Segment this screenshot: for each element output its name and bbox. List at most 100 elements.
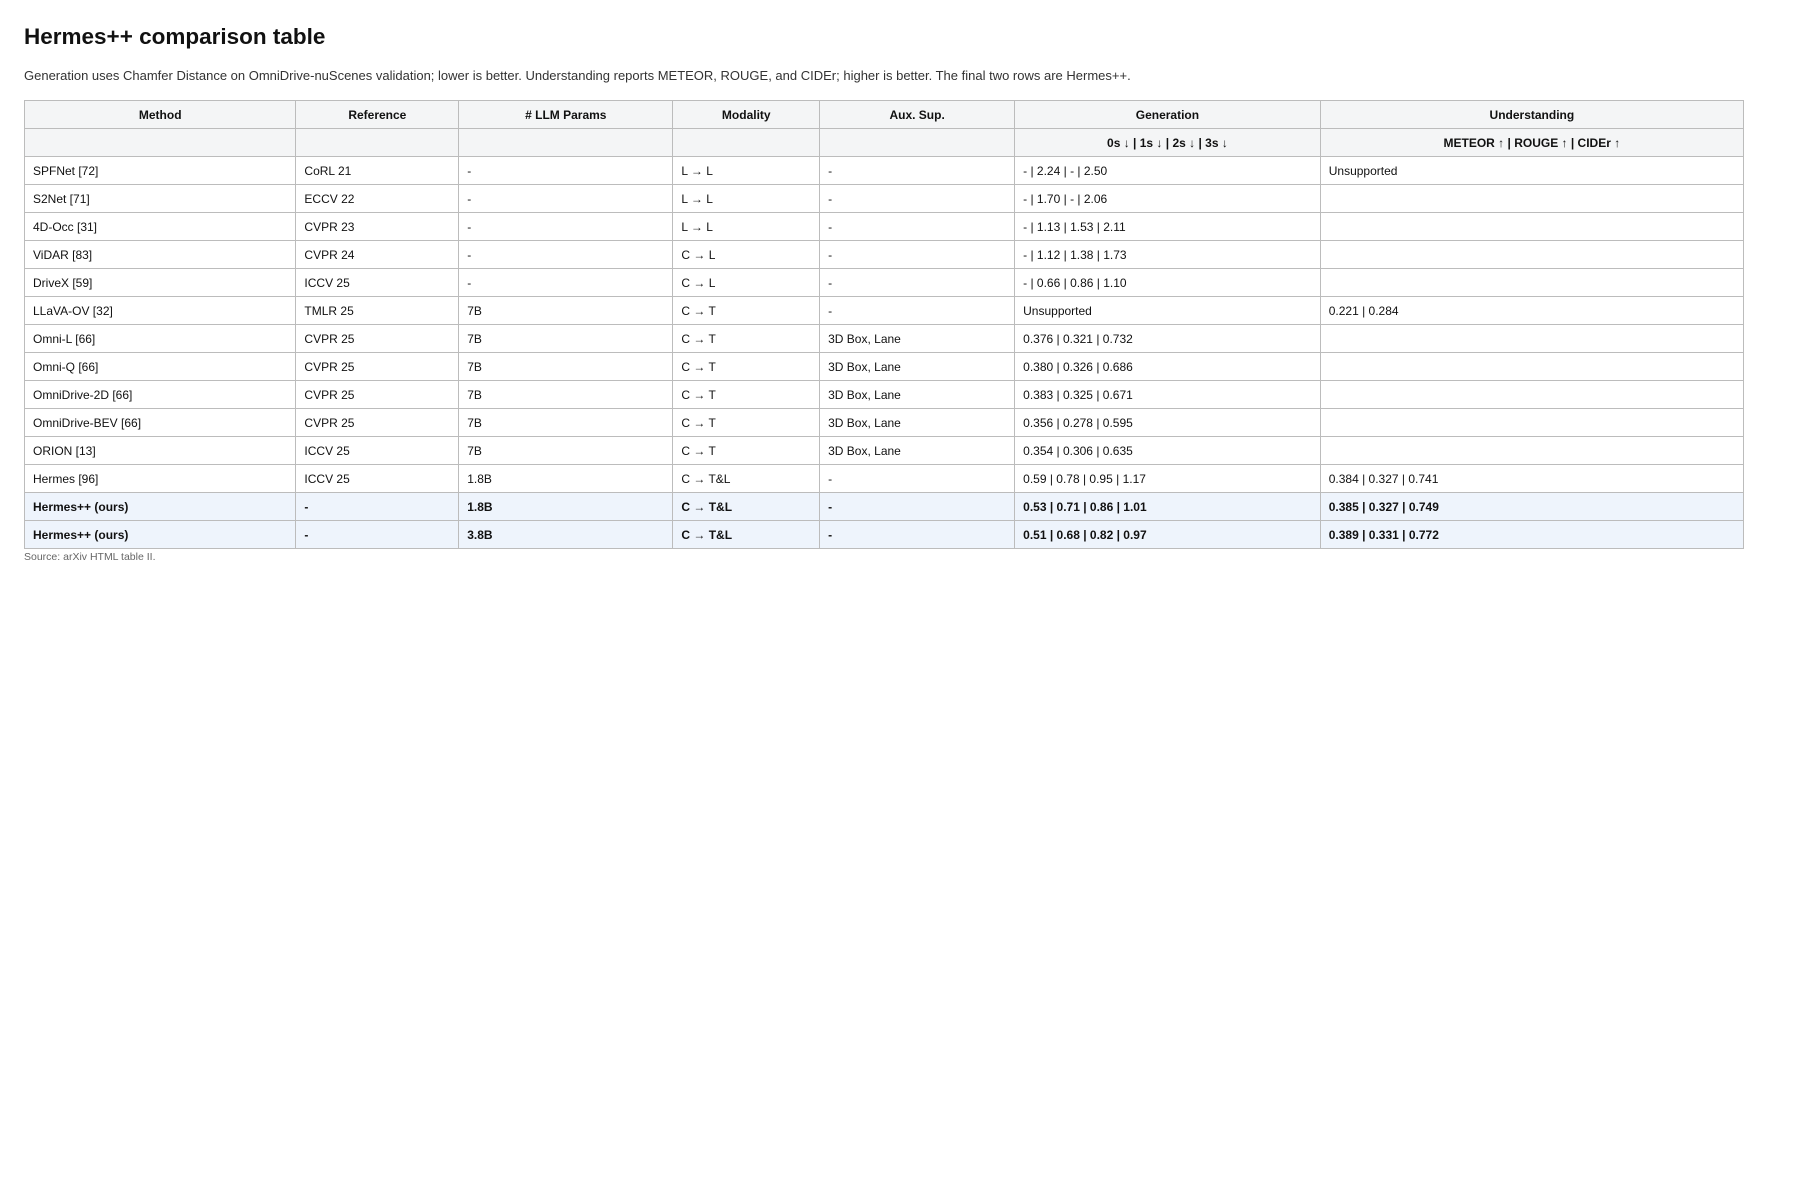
cell-aux-sup: - [819, 268, 1016, 297]
cell-generation: 0.383 | 0.325 | 0.671 [1014, 380, 1321, 409]
cell-modality: C → T [672, 408, 821, 437]
cell-method: ORION [13] [23, 436, 297, 465]
cell-aux-sup: 3D Box, Lane [819, 352, 1016, 381]
cell-generation: 0.59 | 0.78 | 0.95 | 1.17 [1014, 464, 1321, 493]
subheader-modality [672, 128, 821, 157]
table-row: OmniDrive-2D [66] CVPR 25 7B C → T 3D Box, L… [23, 380, 1745, 409]
table-row: DriveX [59] ICCV 25- C → L-- | 0.66 | 0.86… [23, 268, 1745, 297]
cell-modality: C → T&L [672, 464, 821, 493]
cell-reference: ICCV 25 [295, 464, 460, 493]
cell-reference: CVPR 25 [295, 352, 460, 381]
table-row: Omni-Q [66] CVPR 25 7B C → T 3D Box, Lane 0.3… [23, 352, 1745, 381]
header-llm-params: # LLM Params [458, 100, 674, 129]
cell-modality: L → L [672, 156, 821, 185]
cell-aux-sup: - [819, 464, 1016, 493]
subheader-llm-params [458, 128, 674, 157]
cell-understanding [1319, 184, 1745, 213]
table-row: OmniDrive-BEV [66] CVPR 25 7B C → T 3D Box, … [23, 408, 1745, 437]
cell-aux-sup: - [819, 156, 1016, 185]
cell-llm-params: - [458, 212, 674, 241]
cell-aux-sup: - [819, 240, 1016, 269]
cell-method: S2Net [71] [23, 184, 297, 213]
cell-understanding: 0.221 | 0.284 [1319, 296, 1745, 325]
cell-understanding [1319, 352, 1745, 381]
cell-reference: TMLR 25 [295, 296, 460, 325]
cell-generation: 0.376 | 0.321 | 0.732 [1014, 324, 1321, 353]
cell-understanding [1319, 324, 1745, 353]
cell-understanding [1319, 380, 1745, 409]
cell-aux-sup: - [819, 184, 1016, 213]
header-row: Method Reference # LLM Params Modality A… [23, 100, 1745, 129]
cell-method: LLaVA-OV [32] [23, 296, 297, 325]
cell-llm-params: 7B [458, 324, 674, 353]
cell-llm-params: - [458, 240, 674, 269]
cell-llm-params: 7B [458, 296, 674, 325]
cell-understanding [1319, 240, 1745, 269]
cell-method: OmniDrive-BEV [66] [23, 408, 297, 437]
cell-llm-params: 3.8B [458, 520, 674, 549]
cell-method: ViDAR [83] [23, 240, 297, 269]
cell-generation: - | 1.13 | 1.53 | 2.11 [1014, 212, 1321, 241]
comparison-table: Method Reference # LLM Params Modality A… [23, 100, 1745, 549]
cell-modality: C → T [672, 352, 821, 381]
cell-method: Hermes++ (ours) [23, 492, 297, 521]
header-aux-sup: Aux. Sup. [819, 100, 1016, 129]
header-modality: Modality [672, 100, 821, 129]
cell-generation: - | 0.66 | 0.86 | 1.10 [1014, 268, 1321, 297]
cell-understanding: 0.384 | 0.327 | 0.741 [1319, 464, 1745, 493]
table-caption: Generation uses Chamfer Distance on Omni… [24, 68, 1131, 83]
cell-reference: ICCV 25 [295, 436, 460, 465]
table-row: Hermes++ (ours) -1.8B C → T&L -0.53 | 0.71 … [23, 492, 1745, 521]
cell-reference: CVPR 24 [295, 240, 460, 269]
cell-understanding: Unsupported [1319, 156, 1745, 185]
cell-aux-sup: - [819, 520, 1016, 549]
cell-modality: C → L [672, 268, 821, 297]
header-method: Method [23, 100, 297, 129]
cell-understanding [1319, 436, 1745, 465]
cell-understanding [1319, 212, 1745, 241]
cell-method: OmniDrive-2D [66] [23, 380, 297, 409]
cell-reference: CVPR 25 [295, 408, 460, 437]
cell-llm-params: 7B [458, 380, 674, 409]
cell-aux-sup: - [819, 212, 1016, 241]
cell-llm-params: 7B [458, 352, 674, 381]
cell-method: Hermes [96] [23, 464, 297, 493]
cell-generation: Unsupported [1014, 296, 1321, 325]
subheader-generation-metrics: 0s ↓ | 1s ↓ | 2s ↓ | 3s ↓ [1014, 128, 1321, 157]
table-row: Hermes++ (ours) -3.8B C → T&L -0.51 | 0.68 … [23, 520, 1745, 549]
cell-modality: C → T [672, 436, 821, 465]
subheader-understanding-metrics: METEOR ↑ | ROUGE ↑ | CIDEr ↑ [1319, 128, 1745, 157]
cell-method: Omni-L [66] [23, 324, 297, 353]
cell-reference: CVPR 25 [295, 380, 460, 409]
header-reference: Reference [295, 100, 460, 129]
page: Hermes++ comparison table Generation use… [0, 0, 1800, 564]
page-title: Hermes++ comparison table [24, 24, 326, 49]
cell-aux-sup: - [819, 296, 1016, 325]
cell-method: Hermes++ (ours) [23, 520, 297, 549]
cell-llm-params: - [458, 184, 674, 213]
table-row: ViDAR [83] CVPR 24- C → L-- | 1.12 | 1.38 … [23, 240, 1745, 269]
cell-llm-params: 7B [458, 408, 674, 437]
cell-llm-params: 1.8B [458, 464, 674, 493]
cell-generation: 0.51 | 0.68 | 0.82 | 0.97 [1014, 520, 1321, 549]
subheader-reference [295, 128, 460, 157]
cell-understanding [1319, 268, 1745, 297]
cell-modality: C → L [672, 240, 821, 269]
cell-understanding [1319, 408, 1745, 437]
cell-understanding: 0.385 | 0.327 | 0.749 [1319, 492, 1745, 521]
table-body: SPFNet [72] CoRL 21- L → L-- | 2.24 | - | … [23, 156, 1745, 549]
header-generation: Generation [1014, 100, 1321, 129]
cell-generation: - | 1.70 | - | 2.06 [1014, 184, 1321, 213]
cell-understanding: 0.389 | 0.331 | 0.772 [1319, 520, 1745, 549]
table-row: SPFNet [72] CoRL 21- L → L-- | 2.24 | - | … [23, 156, 1745, 185]
cell-aux-sup: 3D Box, Lane [819, 408, 1016, 437]
cell-generation: 0.53 | 0.71 | 0.86 | 1.01 [1014, 492, 1321, 521]
cell-generation: - | 2.24 | - | 2.50 [1014, 156, 1321, 185]
cell-reference: ECCV 22 [295, 184, 460, 213]
cell-aux-sup: 3D Box, Lane [819, 380, 1016, 409]
cell-modality: C → T [672, 324, 821, 353]
table-row: S2Net [71] ECCV 22- L → L-- | 1.70 | - | 2… [23, 184, 1745, 213]
cell-aux-sup: - [819, 492, 1016, 521]
subheader-row: 0s ↓ | 1s ↓ | 2s ↓ | 3s ↓ METEOR ↑ | ROU… [23, 128, 1745, 157]
cell-llm-params: 1.8B [458, 492, 674, 521]
